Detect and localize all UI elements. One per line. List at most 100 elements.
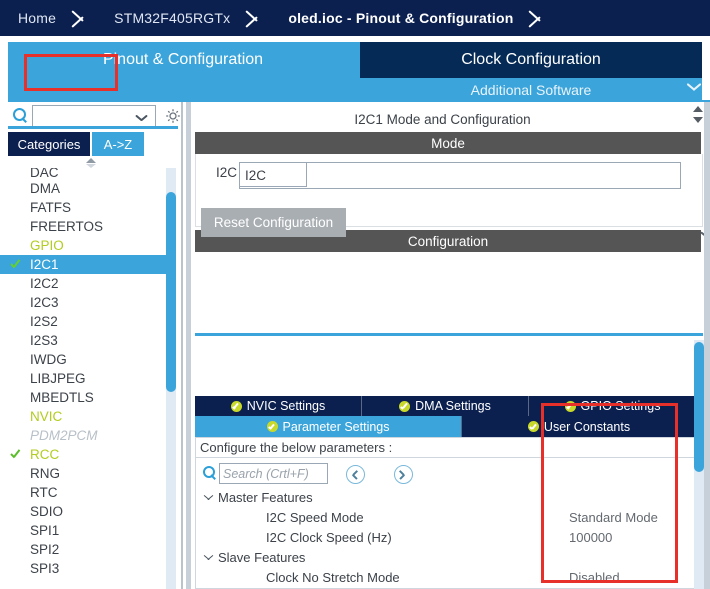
sidebar-item-rtc[interactable]: RTC [0,483,172,502]
gear-icon[interactable] [164,107,182,125]
sidebar-item-i2c1[interactable]: I2C1 [0,255,172,274]
peripheral-category-list[interactable]: DAC DMA FATFS FREERTOS GPIO I2C1 I2C2 I2C3 I2S2 I… [0,168,172,589]
parameter-list: Master Features I2C Speed Mode Standard Mo… [196,488,700,588]
check-circle-icon [399,400,411,412]
sidebar-item-dac[interactable]: DAC [0,168,172,179]
sidebar-item-i2c3[interactable]: I2C3 [0,293,172,312]
sidebar-item-spi1[interactable]: SPI1 [0,521,172,540]
sidebar-tabs: Categories A->Z [0,132,186,156]
sidebar-item-label: I2C2 [30,276,59,291]
tab-parameter-settings[interactable]: Parameter Settings [195,416,462,437]
sidebar-item-i2c2[interactable]: I2C2 [0,274,172,293]
search-input[interactable] [219,463,328,484]
config-tab-row-1: NVIC Settings DMA Settings GPIO Settings [195,396,697,416]
sidebar-item-label: SPI3 [30,561,60,576]
sidebar-item-spi3[interactable]: SPI3 [0,559,172,578]
sidebar-item-fatfs[interactable]: FATFS [0,198,172,217]
scroll-up-icon[interactable] [693,106,703,112]
sidebar-item-label: LIBJPEG [30,371,86,386]
sidebar-resize-handle[interactable] [84,158,98,168]
sidebar-item-label: SPI1 [30,523,60,538]
sidebar-item-i2s2[interactable]: I2S2 [0,312,172,331]
parameter-value[interactable]: Standard Mode [569,508,658,528]
parameter-group-row[interactable]: Master Features [196,488,700,508]
sidebar-scroll-nub[interactable] [156,255,176,269]
sidebar-item-label: IWDG [30,352,67,367]
sidebar-item-label: PDM2PCM [30,428,98,443]
sidebar-item-libjpeg[interactable]: LIBJPEG [0,369,172,388]
tab-label: DMA Settings [415,399,491,413]
mode-row-label: I2C [216,165,238,180]
reset-configuration-button[interactable]: Reset Configuration [201,208,346,237]
tab-categories[interactable]: Categories [8,132,90,156]
categories-sidebar: Categories A->Z DAC DMA FATFS FREERTOS GPIO I… [0,102,186,589]
panel-scrollbar-thumb[interactable] [694,342,704,472]
config-tab-row-2: Parameter Settings User Constants [195,416,697,437]
parameter-pane-accent [195,333,703,336]
sidebar-item-iwdg[interactable]: IWDG [0,350,172,369]
sidebar-item-label: RTC [30,485,58,500]
search-next-button[interactable] [394,465,413,484]
parameter-name: Slave Features [218,550,306,565]
breadcrumb-item-home[interactable]: Home [0,10,70,26]
chevron-down-icon[interactable] [203,496,214,503]
sidebar-item-label: FATFS [30,200,72,215]
sidebar-item-dma[interactable]: DMA [0,179,172,198]
tab-clock-configuration[interactable]: Clock Configuration [360,42,702,78]
sidebar-item-label: NVIC [30,409,63,424]
search-previous-button[interactable] [346,465,365,484]
parameter-value[interactable]: Disabled [569,568,620,588]
panel-scroll-arrows[interactable] [691,104,703,130]
parameter-name: I2C Clock Speed (Hz) [266,530,392,545]
sidebar-item-label: DAC [30,168,59,179]
sidebar-item-label: RCC [30,447,60,462]
scroll-down-icon[interactable] [693,117,703,123]
chevron-right-icon [244,0,270,36]
parameter-group-row[interactable]: Slave Features [196,548,700,568]
parameter-name: Clock No Stretch Mode [266,570,400,585]
check-icon [10,258,23,271]
sidebar-item-nvic[interactable]: NVIC [0,407,172,426]
tab-label: NVIC Settings [246,399,326,413]
search-icon [13,108,28,123]
breadcrumb: Home STM32F405RGTx oled.ioc - Pinout & C… [0,0,710,36]
tab-label: User Constants [543,419,631,434]
sidebar-item-label: FREERTOS [30,219,104,234]
sidebar-item-label: MBEDTLS [30,390,94,405]
sidebar-item-freertos[interactable]: FREERTOS [0,217,172,236]
parameter-value[interactable]: 100000 [569,528,612,548]
parameter-settings-pane: Configure the below parameters : Master … [195,437,701,589]
breadcrumb-item-project[interactable]: oled.ioc - Pinout & Configuration [270,10,527,26]
search-icon [203,466,217,480]
tab-pinout-configuration[interactable]: Pinout & Configuration [8,42,358,78]
sidebar-item-pdm2pcm[interactable]: PDM2PCM [0,426,172,445]
parameter-row[interactable]: Clock No Stretch Mode Disabled [196,568,700,588]
parameter-row[interactable]: I2C Clock Speed (Hz) 100000 [196,528,700,548]
chevron-down-icon[interactable] [203,556,214,563]
sidebar-item-rng[interactable]: RNG [0,464,172,483]
sidebar-item-label: I2S2 [30,314,58,329]
sidebar-tab-underline [8,126,178,129]
sidebar-item-sdio[interactable]: SDIO [0,502,172,521]
sidebar-item-label: I2C3 [30,295,59,310]
window-right-edge [704,102,710,589]
sidebar-item-gpio[interactable]: GPIO [0,236,172,255]
sidebar-item-spi2[interactable]: SPI2 [0,540,172,559]
tab-nvic-settings[interactable]: NVIC Settings [195,396,362,416]
sidebar-item-rcc[interactable]: RCC [0,445,172,464]
sidebar-item-i2s3[interactable]: I2S3 [0,331,172,350]
sidebar-item-label: SPI2 [30,542,60,557]
chevron-down-icon[interactable] [686,82,702,98]
tab-a-to-z[interactable]: A->Z [92,132,144,156]
sidebar-item-mbedtls[interactable]: MBEDTLS [0,388,172,407]
breadcrumb-item-mcu[interactable]: STM32F405RGTx [96,10,244,26]
sidebar-item-label: RNG [30,466,60,481]
tab-user-constants[interactable]: User Constants [462,416,697,437]
tab-dma-settings[interactable]: DMA Settings [362,396,529,416]
parameter-row[interactable]: I2C Speed Mode Standard Mode [196,508,700,528]
cubemx-window: Home STM32F405RGTx oled.ioc - Pinout & C… [0,0,710,589]
additional-software-button[interactable]: Additional Software [360,78,702,102]
tab-gpio-settings[interactable]: GPIO Settings [529,396,697,416]
mode-selected-value[interactable]: I2C [239,162,307,187]
sidebar-scrollbar-thumb[interactable] [166,192,176,392]
